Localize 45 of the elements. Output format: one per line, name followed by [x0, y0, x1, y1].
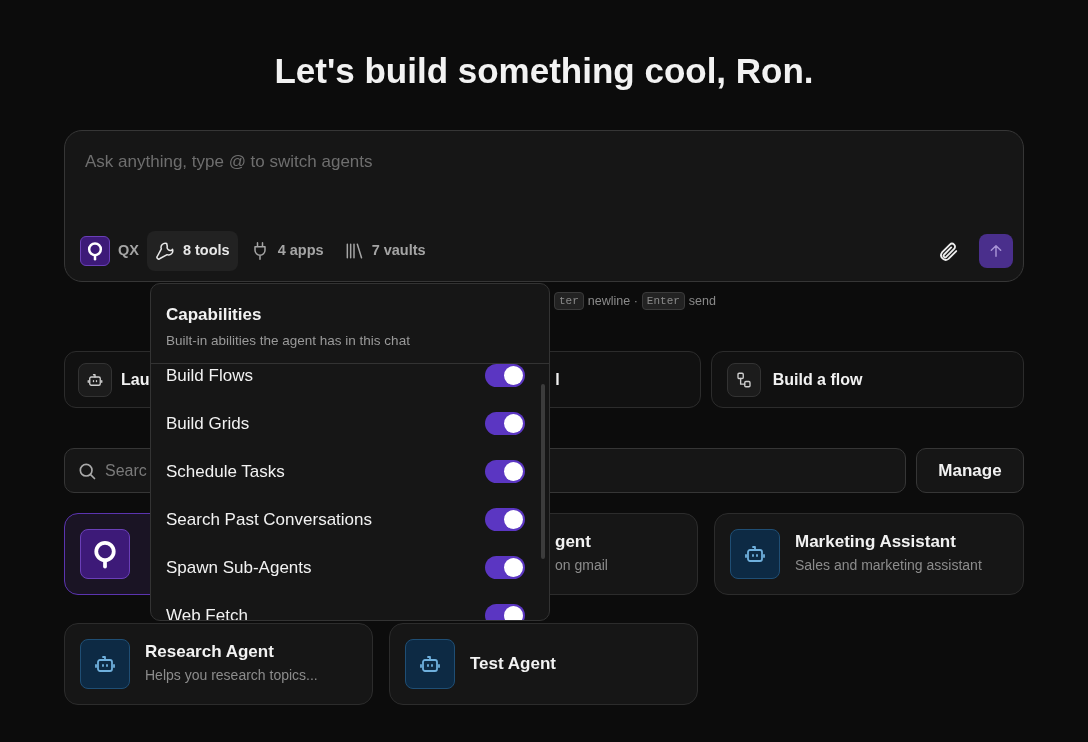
- composer-box[interactable]: Ask anything, type @ to switch agents QX 8 tools 4 apps 7 vaults: [64, 130, 1024, 282]
- manage-button[interactable]: Manage: [916, 448, 1024, 493]
- q-logo-icon: [85, 241, 105, 262]
- toggle-switch[interactable]: [485, 460, 525, 484]
- toggle-switch[interactable]: [485, 412, 525, 436]
- paperclip-icon: [937, 240, 959, 263]
- hint-text: send: [688, 292, 716, 310]
- quick-action-label: l: [555, 369, 560, 390]
- key-hint: ter: [554, 291, 584, 311]
- send-button[interactable]: [979, 234, 1013, 269]
- agent-title: Research Agent: [145, 641, 275, 663]
- capability-label: Build Grids: [166, 413, 250, 435]
- agent-description: on gmail: [555, 556, 608, 576]
- toggle-switch[interactable]: [485, 556, 525, 580]
- agent-card[interactable]: Test Agent: [389, 623, 698, 705]
- capability-label: Build Flows: [166, 365, 253, 387]
- arrow-up-icon: [988, 243, 1004, 260]
- capability-label: Schedule Tasks: [166, 461, 285, 483]
- toggle-switch[interactable]: [485, 364, 525, 388]
- key-hint: Enter: [641, 291, 685, 311]
- agent-card[interactable]: Marketing Assistant Sales and marketing assistant: [714, 513, 1024, 595]
- popup-title: Capabilities: [166, 304, 263, 326]
- popup-subtitle: Built-in abilities the agent has in this chat: [166, 331, 411, 350]
- capability-label: Search Past Conversations: [166, 509, 372, 531]
- flow-icon: [734, 370, 753, 389]
- agent-avatar[interactable]: [80, 236, 110, 267]
- agent-name[interactable]: QX: [118, 240, 139, 262]
- agent-title: gent: [555, 531, 592, 553]
- toggle-switch[interactable]: [485, 508, 525, 532]
- agent-title: Marketing Assistant: [795, 531, 957, 553]
- quick-action-label: Build a flow: [772, 369, 863, 390]
- scrollbar[interactable]: [541, 384, 545, 559]
- hint-text: newline ·: [587, 292, 638, 310]
- tools-chip[interactable]: 8 tools: [146, 231, 238, 271]
- wrench-icon: [154, 241, 175, 262]
- agent-description: Sales and marketing assistant: [795, 556, 982, 576]
- quick-action-card[interactable]: Build a flow: [710, 351, 1024, 408]
- page-title: Let's build something cool, Ron.: [273, 50, 815, 92]
- vaults-chip[interactable]: 7 vaults: [335, 231, 434, 271]
- quick-action-label: Lau: [121, 369, 150, 390]
- capability-label: Spawn Sub-Agents: [166, 557, 312, 579]
- agent-description: Helps you research topics...: [145, 666, 318, 686]
- agent-card[interactable]: Research Agent Helps you research topics...: [64, 623, 373, 705]
- apps-chip[interactable]: 4 apps: [241, 231, 332, 271]
- agent-title: Test Agent: [470, 653, 556, 675]
